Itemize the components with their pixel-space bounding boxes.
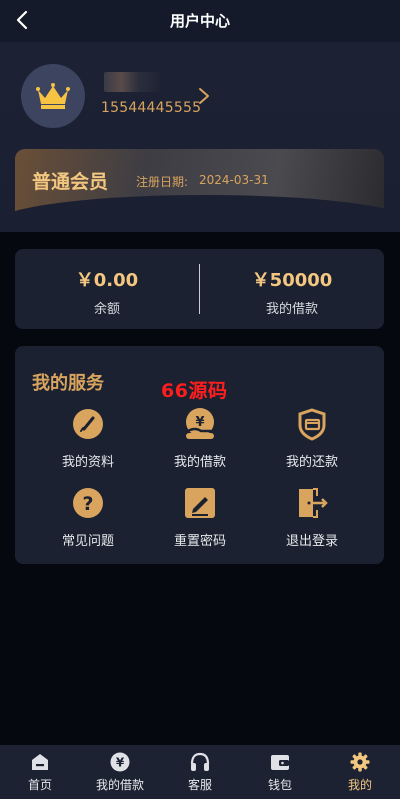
headset-icon	[190, 752, 210, 771]
watermark-text: 66源码	[161, 380, 228, 402]
service-my-repayment[interactable]: 我的还款	[257, 407, 367, 477]
service-label: 我的借款	[173, 455, 226, 470]
logout-icon	[299, 488, 328, 518]
user-phone: 15544445555	[101, 100, 202, 116]
nav-wallet[interactable]: 钱包	[240, 745, 320, 799]
nav-customer-service[interactable]: 客服	[160, 745, 240, 799]
balance-label: 余额	[93, 302, 120, 317]
avatar[interactable]	[21, 64, 85, 128]
service-logout[interactable]: 退出登录	[257, 486, 367, 556]
service-label: 重置密码	[173, 534, 226, 549]
bottom-nav: 首页 ¥ 我的借款 客服 钱包 我的	[0, 745, 400, 799]
nav-home[interactable]: 首页	[0, 745, 80, 799]
service-label: 常见问题	[61, 534, 114, 549]
pen-square-icon	[185, 488, 215, 518]
yen-hand-icon: ¥	[186, 408, 214, 439]
service-my-profile[interactable]: 我的资料	[33, 407, 143, 477]
nav-label: 我的借款	[95, 778, 144, 792]
registration-date: 2024-03-31	[199, 173, 269, 187]
service-my-loans[interactable]: ¥ 我的借款	[145, 407, 255, 477]
nav-label: 客服	[187, 778, 212, 792]
loan-label: 我的借款	[265, 302, 318, 317]
balance-card: ￥0.00 余额 ￥50000 我的借款	[15, 249, 384, 329]
page-title: 用户中心	[169, 12, 230, 30]
membership-level: 普通会员	[32, 171, 109, 193]
services-card: 我的服务 66源码 我的资料 ¥ 我的借款 我的还款 ? 常见问题 重置密码 退…	[15, 346, 384, 564]
svg-text:?: ?	[82, 493, 93, 515]
svg-text:¥: ¥	[195, 415, 204, 430]
edit-circle-icon	[73, 409, 103, 439]
wallet-icon	[271, 755, 289, 770]
crown-icon	[36, 83, 70, 109]
yen-icon: ¥	[110, 752, 130, 772]
top-bar: 用户中心	[0, 0, 400, 42]
nav-me[interactable]: 我的	[320, 745, 400, 799]
service-label: 我的资料	[61, 455, 114, 470]
loan-column[interactable]: ￥50000 我的借款	[200, 249, 384, 329]
nav-my-loans[interactable]: ¥ 我的借款	[80, 745, 160, 799]
card-wave-decoration	[15, 195, 384, 225]
nav-label: 钱包	[267, 778, 292, 792]
service-faq[interactable]: ? 常见问题	[33, 486, 143, 556]
card-shield-icon	[298, 408, 326, 441]
nav-label: 首页	[27, 778, 52, 792]
loan-value: ￥50000	[251, 270, 333, 291]
svg-text:¥: ¥	[116, 756, 125, 770]
service-label: 退出登录	[285, 534, 338, 549]
balance-column[interactable]: ￥0.00 余额	[15, 249, 199, 329]
membership-card: 普通会员 注册日期: 2024-03-31	[15, 149, 384, 225]
nav-label: 我的	[347, 778, 372, 792]
question-icon: ?	[73, 488, 103, 518]
services-title: 我的服务	[32, 373, 104, 394]
service-reset-password[interactable]: 重置密码	[145, 486, 255, 556]
service-label: 我的还款	[285, 455, 338, 470]
home-icon	[32, 754, 48, 770]
gear-icon	[350, 752, 370, 772]
balance-value: ￥0.00	[75, 270, 139, 291]
profile-arrow-button[interactable]	[196, 86, 212, 106]
chevron-right-icon	[199, 88, 209, 104]
username-blurred	[104, 72, 162, 92]
registration-label: 注册日期:	[136, 175, 189, 189]
